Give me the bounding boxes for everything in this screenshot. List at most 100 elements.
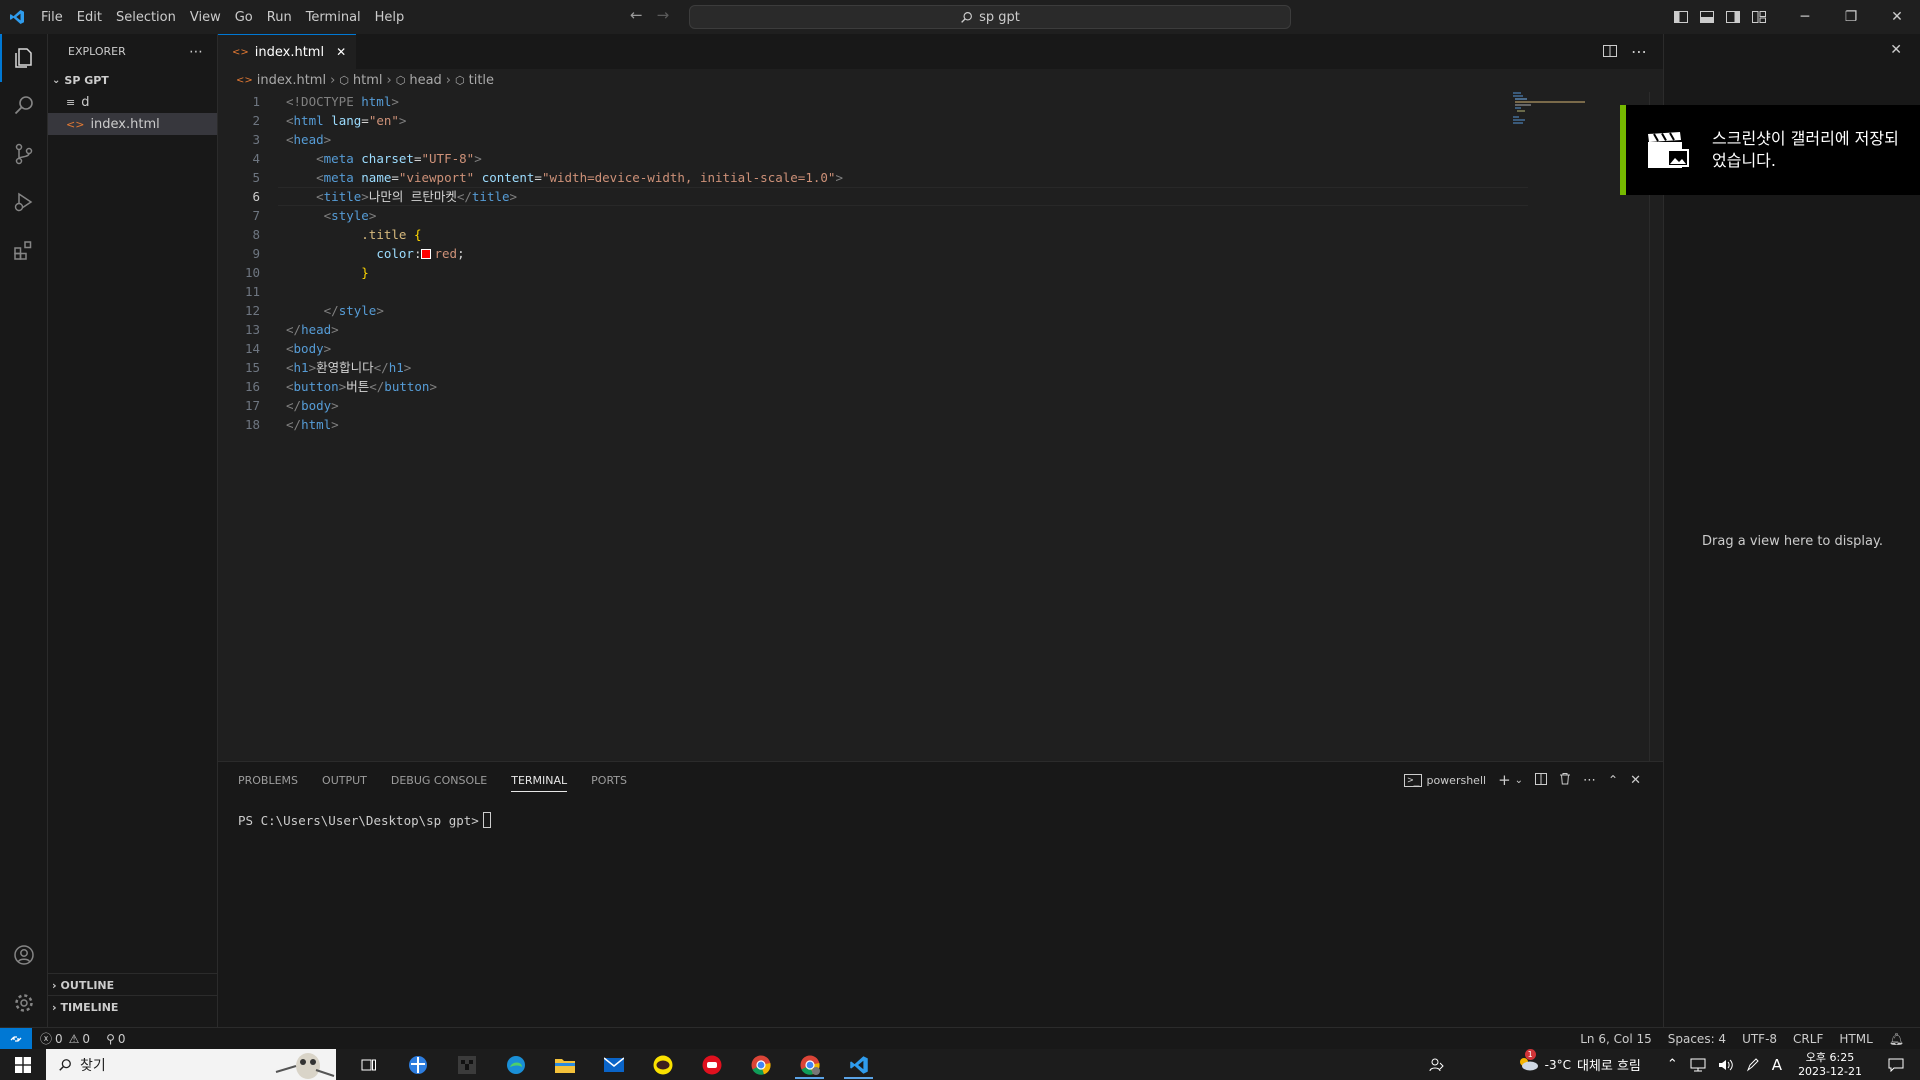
tab-debug-console[interactable]: DEBUG CONSOLE [391,774,487,787]
language-mode[interactable]: HTML [1831,1032,1880,1046]
tab-problems[interactable]: PROBLEMS [238,774,298,787]
menu-terminal[interactable]: Terminal [299,10,368,25]
code-editor[interactable]: 1 <!DOCTYPE html> 2 <html lang="en"> 3 <hea… [218,92,1528,434]
screenshot-notification[interactable]: 스크린샷이 갤러리에 저장되었습니다. [1620,105,1920,195]
tab-output[interactable]: OUTPUT [322,774,367,787]
code-line: 17 </body> [218,396,1528,415]
close-window-icon[interactable]: ✕ [1874,0,1920,34]
red-app-icon[interactable] [687,1049,736,1080]
mail-icon[interactable] [589,1049,638,1080]
line-number: 10 [244,265,260,280]
remote-indicator-icon[interactable] [0,1027,32,1050]
menu-run[interactable]: Run [260,10,299,25]
code-token: meta [323,151,354,166]
windows-start-icon[interactable] [0,1049,46,1080]
network-icon[interactable] [1684,1058,1712,1072]
manage-gear-icon[interactable] [0,979,48,1027]
minimap[interactable] [1513,92,1603,132]
indentation[interactable]: Spaces: 4 [1660,1032,1734,1046]
code-token: h1 [388,360,404,375]
editor-area: <> index.html ✕ ⋯ <> index.html › ⬡ html… [218,34,1663,761]
pen-icon[interactable] [1740,1057,1766,1072]
tab-index-html[interactable]: <> index.html ✕ [218,34,357,69]
weather-widget[interactable]: 1 -3°C 대체로 흐림 [1511,1049,1647,1074]
more-actions-icon[interactable]: ⋯ [189,44,203,60]
split-editor-icon[interactable] [1603,42,1617,61]
command-center[interactable]: sp gpt [689,5,1291,29]
encoding[interactable]: UTF-8 [1734,1032,1785,1046]
tab-ports[interactable]: PORTS [591,774,627,787]
restore-icon[interactable]: ❐ [1828,0,1874,34]
menu-view[interactable]: View [183,10,228,25]
cursor-position[interactable]: Ln 6, Col 15 [1572,1032,1660,1046]
explorer-header: EXPLORER ⋯ [48,34,217,69]
vscode-taskbar-icon[interactable] [834,1049,883,1080]
menu-selection[interactable]: Selection [109,10,183,25]
line-number: 8 [252,227,260,242]
notification-center-icon[interactable] [1872,1058,1920,1072]
terminal-output[interactable]: PS C:\Users\User\Desktop\sp gpt> [238,812,491,828]
taskbar-search[interactable]: 찾기 [46,1049,336,1080]
explorer-icon[interactable] [0,34,48,82]
forward-arrow-icon[interactable]: → [657,6,670,24]
close-panel-icon[interactable]: ✕ [1630,773,1641,788]
maximize-panel-icon[interactable]: ⌃ [1608,773,1618,787]
menu-go[interactable]: Go [228,10,260,25]
split-terminal-icon[interactable] [1535,772,1548,788]
toggle-secondary-sidebar-icon[interactable] [1720,0,1746,34]
file-explorer-icon[interactable] [540,1049,589,1080]
tree-item-index-html[interactable]: <> index.html [48,113,217,135]
toggle-panel-icon[interactable] [1694,0,1720,34]
code-line: 4 <meta charset="UTF-8"> [218,149,1528,168]
chevron-up-icon[interactable]: ⌃ [1661,1057,1684,1072]
search-view-icon[interactable] [0,82,48,130]
more-actions-icon[interactable]: ⋯ [1583,773,1596,788]
terminal-instance[interactable]: >_ powershell [1404,773,1486,787]
folder-header[interactable]: ⌄ SP GPT [48,69,217,91]
chrome-icon[interactable] [736,1049,785,1080]
breadcrumb-item[interactable]: index.html [257,73,326,88]
back-arrow-icon[interactable]: ← [630,6,643,24]
terminal-cursor [482,812,491,828]
code-token: 나만의 르탄마켓 [368,189,457,204]
menu-help[interactable]: Help [368,10,412,25]
kakaotalk-icon[interactable] [638,1049,687,1080]
accounts-icon[interactable] [0,931,48,979]
end-of-line[interactable]: CRLF [1785,1032,1831,1046]
close-tab-icon[interactable]: ✕ [336,45,346,59]
chrome-profile-icon[interactable] [785,1049,834,1080]
clock[interactable]: 오후 6:25 2023-12-21 [1788,1051,1872,1079]
tab-terminal[interactable]: TERMINAL [511,774,568,792]
tree-item-d[interactable]: ≡ d [48,91,217,113]
menu-edit[interactable]: Edit [70,10,109,25]
minecraft-icon[interactable] [442,1049,491,1080]
trash-icon[interactable] [1559,772,1571,788]
problems-status[interactable]: ⓧ 0 ⚠ 0 [32,1030,98,1047]
people-icon[interactable] [1423,1057,1451,1073]
ports-status[interactable]: ⚲ 0 [98,1032,133,1046]
run-debug-icon[interactable] [0,178,48,226]
source-control-icon[interactable] [0,130,48,178]
color-swatch[interactable] [421,249,432,259]
menu-file[interactable]: File [34,10,70,25]
bell-icon[interactable]: 🔔︎ [1881,1032,1912,1046]
close-icon[interactable]: ✕ [1890,42,1902,58]
new-terminal-icon[interactable]: + [1498,771,1511,789]
extensions-icon[interactable] [0,226,48,274]
more-actions-icon[interactable]: ⋯ [1631,42,1647,61]
edge-browser-icon[interactable] [491,1049,540,1080]
outline-section[interactable]: › OUTLINE [48,974,218,996]
chevron-down-icon[interactable]: ⌄ [1515,775,1523,786]
task-view-icon[interactable] [344,1049,393,1080]
timeline-section[interactable]: › TIMELINE [48,996,218,1018]
toggle-primary-sidebar-icon[interactable] [1668,0,1694,34]
breadcrumb-item[interactable]: html [353,73,383,88]
breadcrumb-item[interactable]: head [409,73,441,88]
html-file-icon: <> [236,74,253,86]
breadcrumb-item[interactable]: title [469,73,494,88]
volume-icon[interactable] [1712,1058,1740,1072]
ime-indicator[interactable]: A [1766,1056,1788,1074]
minimize-icon[interactable]: ─ [1782,0,1828,34]
customize-layout-icon[interactable] [1746,0,1772,34]
app-blue-ball-icon[interactable] [393,1049,442,1080]
